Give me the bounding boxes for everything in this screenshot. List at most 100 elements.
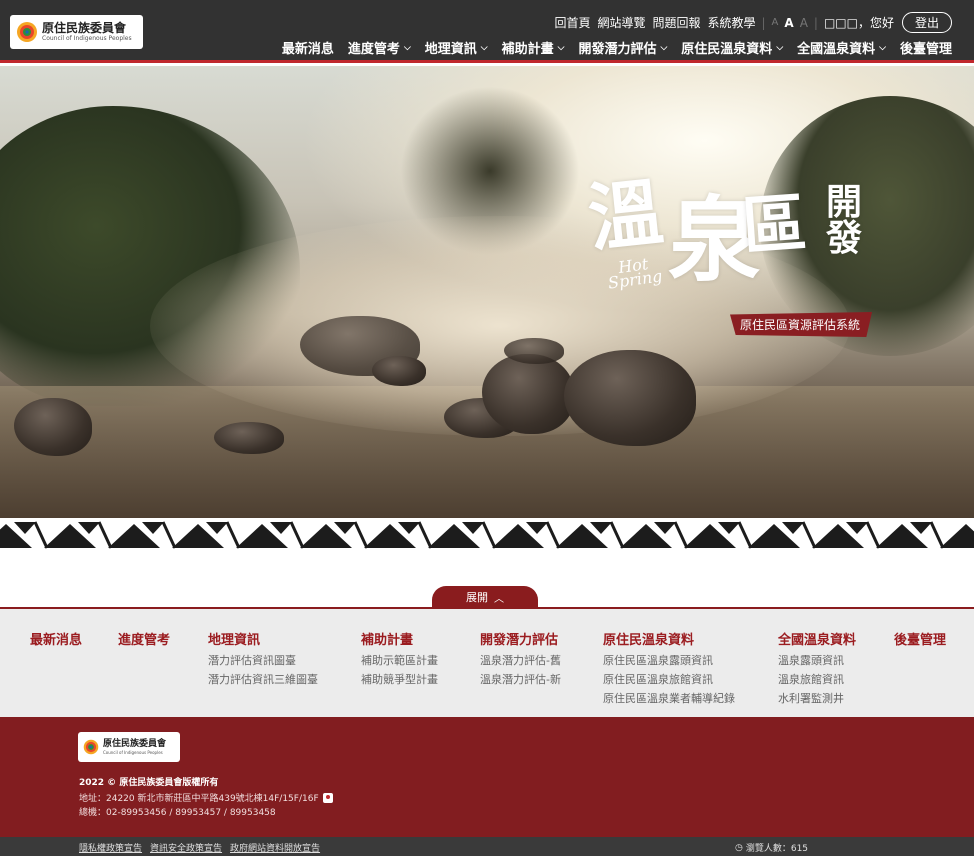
pattern-stripe xyxy=(161,521,177,549)
nav-item-geo[interactable]: 地理資訊 ⌵ xyxy=(425,38,488,57)
map-pin-icon[interactable] xyxy=(322,792,333,803)
font-size-large-button[interactable]: A xyxy=(800,16,808,30)
pattern-stripe xyxy=(609,521,625,549)
pattern-stripe xyxy=(225,521,241,549)
sitemap-link[interactable]: 溫泉潛力評估-新 xyxy=(480,671,561,687)
address-text: 地址：24220 新北市新莊區中平路439號北棟14F/15F/16F xyxy=(79,794,319,804)
main-nav: 最新消息 進度管考 ⌵ 地理資訊 ⌵ 補助計畫 ⌵ 開發潛力評估 ⌵ 原住民溫泉資料 ⌵ … xyxy=(268,38,952,57)
pattern-triangle xyxy=(654,522,676,534)
logo-name-zh: 原住民族委員會 xyxy=(42,21,127,35)
pattern-stripe xyxy=(737,521,753,549)
hero-hot-spring-text: Hot Spring xyxy=(605,254,664,293)
nav-label: 地理資訊 xyxy=(424,42,477,57)
pattern-triangle xyxy=(940,524,974,548)
nav-item-news[interactable]: 最新消息 xyxy=(282,38,334,57)
open-data-policy-link[interactable]: 政府網站資料開放宣告 xyxy=(230,841,320,854)
pattern-stripe xyxy=(673,521,689,549)
council-emblem-icon xyxy=(16,21,38,43)
sitemap-heading[interactable]: 最新消息 xyxy=(30,629,82,648)
pattern-triangle xyxy=(718,522,740,534)
pattern-stripe xyxy=(289,521,305,549)
privacy-policy-link[interactable]: 隱私權政策宣告 xyxy=(79,841,142,854)
chevron-down-icon: ⌵ xyxy=(403,42,411,53)
hero-title-char: 區 xyxy=(739,185,809,266)
tutorial-link[interactable]: 系統教學 xyxy=(707,14,755,31)
nav-label: 全國溫泉資料 xyxy=(797,42,876,57)
chevron-down-icon: ⌵ xyxy=(879,42,886,53)
home-link[interactable]: 回首頁 xyxy=(554,14,590,31)
pattern-triangle xyxy=(910,522,932,534)
nav-label: 後臺管理 xyxy=(899,42,952,57)
nav-item-progress[interactable]: 進度管考 ⌵ xyxy=(348,38,411,57)
clock-icon: ◷ xyxy=(735,842,743,853)
footer-bottom-bar: 隱私權政策宣告 資訊安全政策宣告 政府網站資料開放宣告 ◷ 瀏覽人數：615 xyxy=(0,837,974,856)
report-link[interactable]: 問題回報 xyxy=(652,14,700,31)
pattern-stripe xyxy=(97,521,113,549)
sitemap-col-potential: 開發潛力評估 溫泉潛力評估-舊 溫泉潛力評估-新 xyxy=(480,629,561,687)
pattern-stripe xyxy=(865,521,881,549)
sitemap-col-news: 最新消息 xyxy=(30,629,82,648)
site-header: 原住民族委員會 Council of Indigenous Peoples 回首… xyxy=(0,0,974,63)
font-size-medium-button[interactable]: A xyxy=(784,16,793,30)
site-footer: 原住民族委員會 Council of Indigenous Peoples 20… xyxy=(0,717,974,837)
nav-label: 進度管考 xyxy=(347,42,400,57)
greeting-text: ，您好 xyxy=(857,16,894,30)
sitemap-link[interactable]: 補助競爭型計畫 xyxy=(361,671,438,687)
policy-links: 隱私權政策宣告 資訊安全政策宣告 政府網站資料開放宣告 xyxy=(79,841,328,854)
site-logo[interactable]: 原住民族委員會 Council of Indigenous Peoples xyxy=(10,15,143,49)
expand-sitemap-button[interactable]: 展開 ︿ xyxy=(432,586,538,608)
sitemap-link[interactable]: 網站導覽 xyxy=(597,14,645,31)
sitemap-col-indigenous-hotspring: 原住民溫泉資料 原住民區溫泉露頭資訊 原住民區溫泉旅館資訊 原住民區溫泉業者輔導… xyxy=(603,629,735,706)
sitemap-link[interactable]: 溫泉露頭資訊 xyxy=(778,652,856,668)
tribal-pattern-band xyxy=(0,518,974,552)
sitemap-link[interactable]: 水利署監測井 xyxy=(778,690,856,706)
hero-rock xyxy=(14,398,92,456)
logo-name-zh: 原住民族委員會 xyxy=(103,738,167,749)
pattern-triangle xyxy=(142,522,164,534)
sitemap-col-admin: 後臺管理 xyxy=(894,629,946,648)
sitemap-link[interactable]: 溫泉潛力評估-舊 xyxy=(480,652,561,668)
nav-item-admin[interactable]: 後臺管理 xyxy=(900,38,952,57)
pattern-triangle xyxy=(270,522,292,534)
sitemap-link[interactable]: 潛力評估資訊三維圖臺 xyxy=(208,671,318,687)
pattern-triangle xyxy=(526,522,548,534)
council-emblem-icon xyxy=(83,739,99,755)
sitemap-heading[interactable]: 進度管考 xyxy=(118,629,170,648)
divider: | xyxy=(761,15,766,30)
sitemap-heading[interactable]: 開發潛力評估 xyxy=(480,629,561,648)
footer-copyright: 2022 © 原住民族委員會版權所有 xyxy=(79,778,219,788)
footer-phone: 總機：02-89953456 / 89953457 / 89953458 xyxy=(79,808,276,818)
sitemap-heading[interactable]: 補助計畫 xyxy=(361,629,438,648)
chevron-up-icon: ︿ xyxy=(494,593,504,605)
nav-item-potential[interactable]: 開發潛力評估 ⌵ xyxy=(578,38,667,57)
nav-item-subsidy[interactable]: 補助計畫 ⌵ xyxy=(502,38,565,57)
sitemap-col-geo: 地理資訊 潛力評估資訊圖臺 潛力評估資訊三維圖臺 xyxy=(208,629,318,687)
divider: | xyxy=(813,15,818,30)
hero-rock xyxy=(482,354,574,434)
sitemap-link[interactable]: 潛力評估資訊圖臺 xyxy=(208,652,318,668)
sitemap-link[interactable]: 補助示範區計畫 xyxy=(361,652,438,668)
pattern-triangle xyxy=(206,522,228,534)
pattern-stripe xyxy=(417,521,433,549)
sitemap-heading[interactable]: 全國溫泉資料 xyxy=(778,629,856,648)
sitemap-heading[interactable]: 地理資訊 xyxy=(208,629,318,648)
nav-item-indigenous-hotspring[interactable]: 原住民溫泉資料 ⌵ xyxy=(681,38,783,57)
sitemap-heading[interactable]: 後臺管理 xyxy=(894,629,946,648)
hero-title-char: 溫 xyxy=(584,169,667,263)
font-size-small-button[interactable]: A xyxy=(772,17,779,28)
sitemap-heading[interactable]: 原住民溫泉資料 xyxy=(603,629,735,648)
visitor-count: ◷ 瀏覽人數：615 xyxy=(735,841,808,855)
pattern-triangle xyxy=(782,522,804,534)
sitemap-link[interactable]: 原住民區溫泉旅館資訊 xyxy=(603,671,735,687)
pattern-stripe xyxy=(353,521,369,549)
nav-item-national-hotspring[interactable]: 全國溫泉資料 ⌵ xyxy=(797,38,886,57)
sitemap-link[interactable]: 溫泉旅館資訊 xyxy=(778,671,856,687)
hero-rock xyxy=(214,422,284,454)
sitemap-link[interactable]: 原住民區溫泉業者輔導紀錄 xyxy=(603,690,735,706)
logo-name-en: Council of Indigenous Peoples xyxy=(42,35,132,42)
nav-label: 補助計畫 xyxy=(501,42,554,57)
sitemap-link[interactable]: 原住民區溫泉露頭資訊 xyxy=(603,652,735,668)
security-policy-link[interactable]: 資訊安全政策宣告 xyxy=(150,841,222,854)
logout-button[interactable]: 登出 xyxy=(901,12,952,33)
logo-name-en: Council of Indigenous Peoples xyxy=(103,749,163,755)
